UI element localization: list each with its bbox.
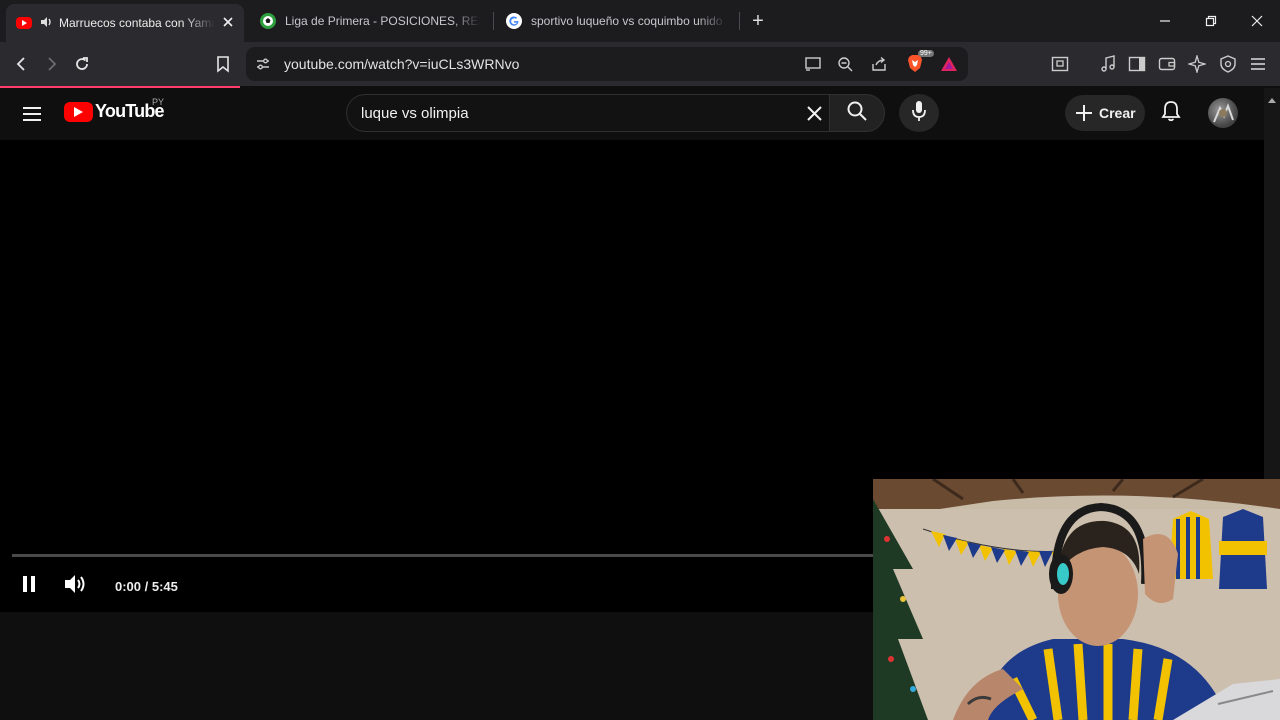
close-tab-icon[interactable]	[223, 16, 233, 30]
search-icon	[847, 101, 867, 126]
restore-button[interactable]	[1188, 0, 1234, 42]
tab-title: sportivo luqueño vs coquimbo unido	[531, 14, 723, 28]
plus-icon	[1075, 104, 1093, 122]
webcam-feed-image	[873, 479, 1280, 720]
wallet-icon[interactable]	[1154, 51, 1180, 77]
country-code: PY	[152, 97, 165, 107]
tab-liga-de-primera[interactable]: Liga de Primera - POSICIONES, RESULTADOS	[260, 5, 482, 37]
tab-title: Liga de Primera - POSICIONES, RESULTADOS	[285, 14, 481, 28]
avatar[interactable]	[1208, 98, 1238, 128]
bell-icon	[1161, 100, 1181, 127]
youtube-favicon	[16, 17, 32, 29]
browser-toolbar: youtube.com/watch?v=iuCLs3WRNvo 99+	[0, 42, 1280, 86]
tab-separator	[739, 12, 740, 30]
clear-search-icon[interactable]	[807, 106, 822, 126]
youtube-header: YouTube PY luque vs olimpia Crear	[0, 88, 1264, 140]
tab-google-search[interactable]: sportivo luqueño vs coquimbo unido	[506, 5, 728, 37]
search-input[interactable]: luque vs olimpia	[361, 105, 469, 122]
create-label: Crear	[1099, 105, 1136, 121]
google-favicon	[506, 13, 522, 29]
url-text: youtube.com/watch?v=iuCLs3WRNvo	[284, 56, 520, 72]
audio-playing-icon[interactable]	[39, 15, 53, 32]
back-button[interactable]	[9, 51, 35, 77]
reload-button[interactable]	[69, 51, 95, 77]
brave-shields-icon[interactable]	[906, 54, 924, 79]
scroll-up-arrow-icon[interactable]	[1268, 90, 1276, 108]
tab-youtube-video[interactable]: Marruecos contaba con Yamal	[6, 4, 244, 42]
bookmark-button[interactable]	[210, 51, 236, 77]
vpn-icon[interactable]	[1215, 51, 1241, 77]
cast-icon[interactable]	[804, 56, 822, 77]
youtube-logo[interactable]: YouTube PY	[64, 97, 165, 122]
create-button[interactable]: Crear	[1065, 95, 1145, 131]
brave-rewards-icon[interactable]	[940, 56, 958, 77]
search-button[interactable]	[829, 94, 885, 132]
video-time-display: 0:00 / 5:45	[115, 579, 178, 594]
voice-search-button[interactable]	[899, 94, 939, 132]
media-controls-icon[interactable]	[1095, 51, 1121, 77]
search-box[interactable]: luque vs olimpia	[346, 94, 830, 132]
volume-icon	[63, 573, 87, 600]
tab-separator	[493, 12, 494, 30]
minimize-button[interactable]	[1142, 0, 1188, 42]
browser-tab-strip: Marruecos contaba con Yamal Liga de Prim…	[0, 0, 1280, 42]
zoom-out-icon[interactable]	[837, 56, 853, 77]
browser-menu-icon[interactable]	[1245, 51, 1271, 77]
new-tab-button[interactable]: +	[748, 5, 768, 37]
tab-title: Marruecos contaba con Yamal	[59, 16, 215, 30]
leo-ai-icon[interactable]	[1184, 51, 1210, 77]
forward-button[interactable]	[38, 51, 64, 77]
soccer-ball-favicon	[260, 13, 276, 29]
plus-icon: +	[752, 9, 764, 32]
shield-count-badge: 99+	[918, 50, 934, 57]
pause-button[interactable]	[18, 574, 40, 598]
mute-button[interactable]	[62, 574, 88, 598]
share-icon[interactable]	[871, 56, 887, 77]
sidebar-toggle-icon[interactable]	[1124, 51, 1150, 77]
close-window-button[interactable]	[1234, 0, 1280, 42]
microphone-icon	[911, 100, 927, 127]
notifications-button[interactable]	[1158, 100, 1184, 126]
guide-menu-icon[interactable]	[20, 103, 44, 125]
youtube-play-logo-icon	[64, 101, 93, 122]
address-bar[interactable]: youtube.com/watch?v=iuCLs3WRNvo 99+	[246, 47, 968, 81]
pause-icon	[22, 575, 36, 598]
reader-mode-icon[interactable]	[1047, 51, 1073, 77]
streamer-webcam-overlay	[873, 479, 1280, 720]
site-settings-icon[interactable]	[255, 56, 271, 77]
